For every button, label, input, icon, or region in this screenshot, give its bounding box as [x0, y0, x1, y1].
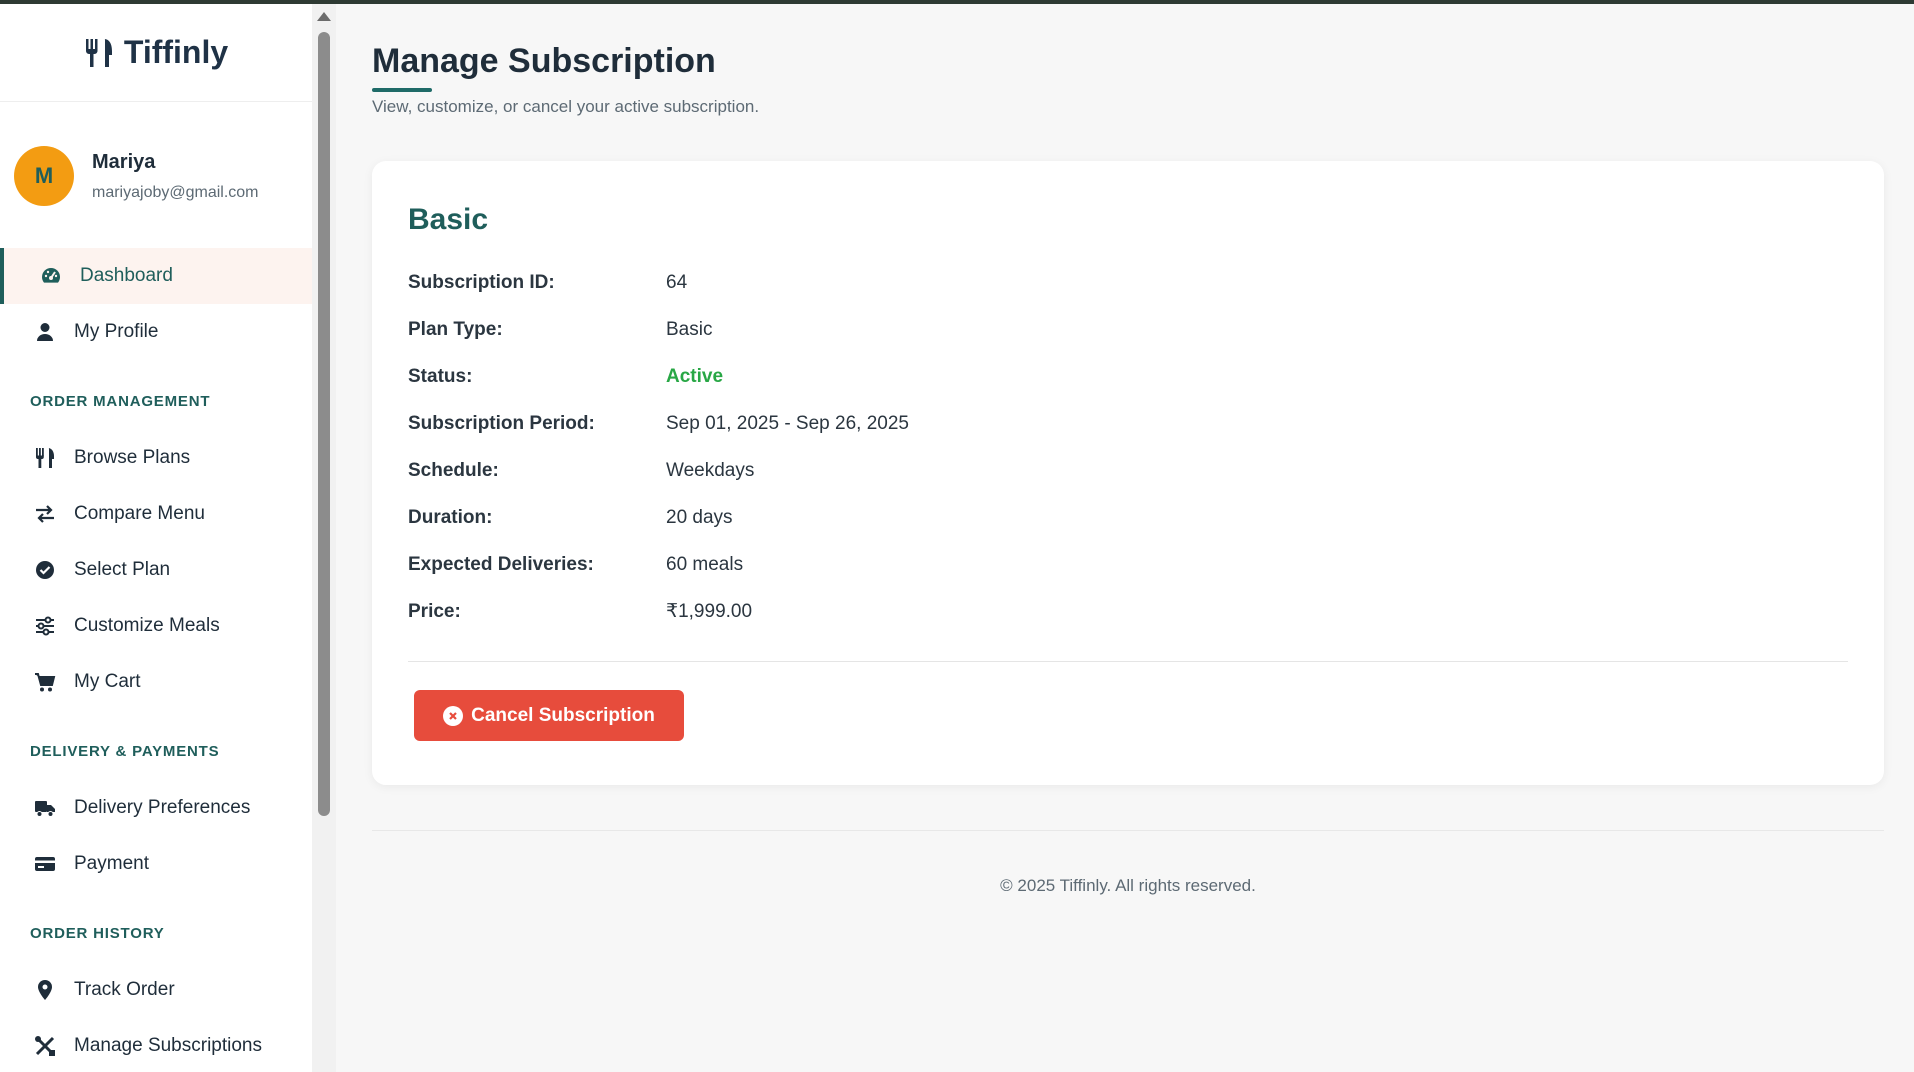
- detail-value: 20 days: [666, 506, 733, 528]
- detail-value: Sep 01, 2025 - Sep 26, 2025: [666, 412, 909, 434]
- scroll-up-arrow-icon[interactable]: [317, 12, 331, 21]
- page-subtitle: View, customize, or cancel your active s…: [372, 97, 760, 116]
- sidebar-item-label: Payment: [74, 853, 149, 874]
- subscription-details: Subscription ID: 64 Plan Type: Basic Sta…: [408, 259, 909, 635]
- detail-label: Status:: [408, 365, 473, 387]
- sidebar-item-browse-plans[interactable]: Browse Plans: [0, 430, 312, 486]
- detail-value: Weekdays: [666, 459, 755, 481]
- sidebar-item-customize-meals[interactable]: Customize Meals: [0, 598, 312, 654]
- sidebar-item-dashboard[interactable]: Dashboard: [0, 248, 312, 304]
- page-title: Manage Subscription: [372, 42, 716, 80]
- detail-value: 64: [666, 271, 688, 293]
- sidebar-item-delivery-preferences[interactable]: Delivery Preferences: [0, 780, 312, 836]
- user-icon: [34, 321, 56, 343]
- sidebar-scrollbar[interactable]: [312, 4, 336, 1072]
- sidebar-item-label: Manage Subscriptions: [74, 1035, 262, 1056]
- scroll-thumb[interactable]: [318, 32, 330, 816]
- detail-row: Price: ₹1,999.00: [408, 588, 909, 635]
- truck-icon: [34, 797, 56, 819]
- nav-section-heading: ORDER MANAGEMENT: [30, 392, 211, 410]
- user-email: mariyajoby@gmail.com: [92, 183, 259, 201]
- user-profile-card: M Mariya mariyajoby@gmail.com: [0, 102, 312, 228]
- nav-section-heading: ORDER HISTORY: [30, 924, 165, 942]
- cancel-subscription-label: Cancel Subscription: [471, 704, 655, 726]
- sidebar-item-select-plan[interactable]: Select Plan: [0, 542, 312, 598]
- detail-value: Basic: [666, 318, 713, 340]
- detail-value: 60 meals: [666, 553, 744, 575]
- cancel-subscription-button[interactable]: Cancel Subscription: [414, 690, 684, 741]
- title-underline: [372, 88, 432, 92]
- footer-divider: [372, 830, 1884, 831]
- sidebar: Tiffinly M Mariya mariyajoby@gmail.com D…: [0, 4, 312, 1072]
- sidebar-item-label: Customize Meals: [74, 615, 220, 636]
- footer-copyright: © 2025 Tiffinly. All rights reserved.: [1000, 876, 1256, 895]
- detail-label: Subscription Period:: [408, 412, 595, 434]
- nav-section-heading: DELIVERY & PAYMENTS: [30, 742, 220, 760]
- user-name: Mariya: [92, 150, 156, 173]
- detail-row: Duration: 20 days: [408, 494, 909, 541]
- detail-row: Status: Active: [408, 353, 909, 400]
- avatar: M: [14, 146, 74, 206]
- sidebar-item-label: Compare Menu: [74, 503, 205, 524]
- plan-title: Basic: [408, 203, 489, 236]
- sidebar-item-track-order[interactable]: Track Order: [0, 962, 312, 1018]
- check-circle-icon: [34, 559, 56, 581]
- credit-card-icon: [34, 853, 56, 875]
- sidebar-item-payment[interactable]: Payment: [0, 836, 312, 892]
- sidebar-item-label: My Cart: [74, 671, 141, 692]
- sidebar-item-label: My Profile: [74, 321, 159, 342]
- detail-label: Duration:: [408, 506, 493, 528]
- brand-name: Tiffinly: [123, 34, 229, 70]
- detail-row: Schedule: Weekdays: [408, 447, 909, 494]
- sidebar-item-manage-subscriptions[interactable]: Manage Subscriptions: [0, 1018, 312, 1072]
- utensils-icon: [85, 38, 112, 67]
- sidebar-item-compare-menu[interactable]: Compare Menu: [0, 486, 312, 542]
- detail-label: Plan Type:: [408, 318, 503, 340]
- sidebar-item-label: Track Order: [74, 979, 175, 1000]
- main-content: Manage Subscription View, customize, or …: [336, 4, 1914, 1072]
- times-circle-icon: [443, 705, 464, 726]
- sidebar-item-my-cart[interactable]: My Cart: [0, 654, 312, 710]
- brand[interactable]: Tiffinly: [0, 4, 312, 102]
- cart-icon: [34, 671, 56, 693]
- gauge-icon: [40, 265, 62, 287]
- status-badge: Active: [666, 365, 724, 387]
- sliders-icon: [34, 615, 56, 637]
- detail-row: Expected Deliveries: 60 meals: [408, 541, 909, 588]
- sidebar-item-label: Dashboard: [80, 265, 173, 286]
- subscription-card: Basic Subscription ID: 64 Plan Type: Bas…: [372, 161, 1884, 785]
- detail-row: Subscription ID: 64: [408, 259, 909, 306]
- sidebar-item-profile[interactable]: My Profile: [0, 304, 312, 360]
- detail-label: Price:: [408, 600, 461, 622]
- detail-row: Subscription Period: Sep 01, 2025 - Sep …: [408, 400, 909, 447]
- detail-label: Expected Deliveries:: [408, 553, 594, 575]
- sidebar-item-label: Select Plan: [74, 559, 171, 580]
- utensils-icon: [34, 447, 56, 469]
- sidebar-item-label: Delivery Preferences: [74, 797, 251, 818]
- detail-label: Schedule:: [408, 459, 499, 481]
- divider: [408, 661, 1848, 662]
- detail-row: Plan Type: Basic: [408, 306, 909, 353]
- detail-label: Subscription ID:: [408, 271, 555, 293]
- sidebar-nav: Dashboard My Profile ORDER MANAGEMENT Br…: [0, 248, 312, 1072]
- map-pin-icon: [34, 979, 56, 1001]
- sidebar-item-label: Browse Plans: [74, 447, 191, 468]
- detail-value: ₹1,999.00: [666, 601, 753, 622]
- exchange-arrows-icon: [34, 503, 56, 525]
- tools-icon: [34, 1035, 56, 1057]
